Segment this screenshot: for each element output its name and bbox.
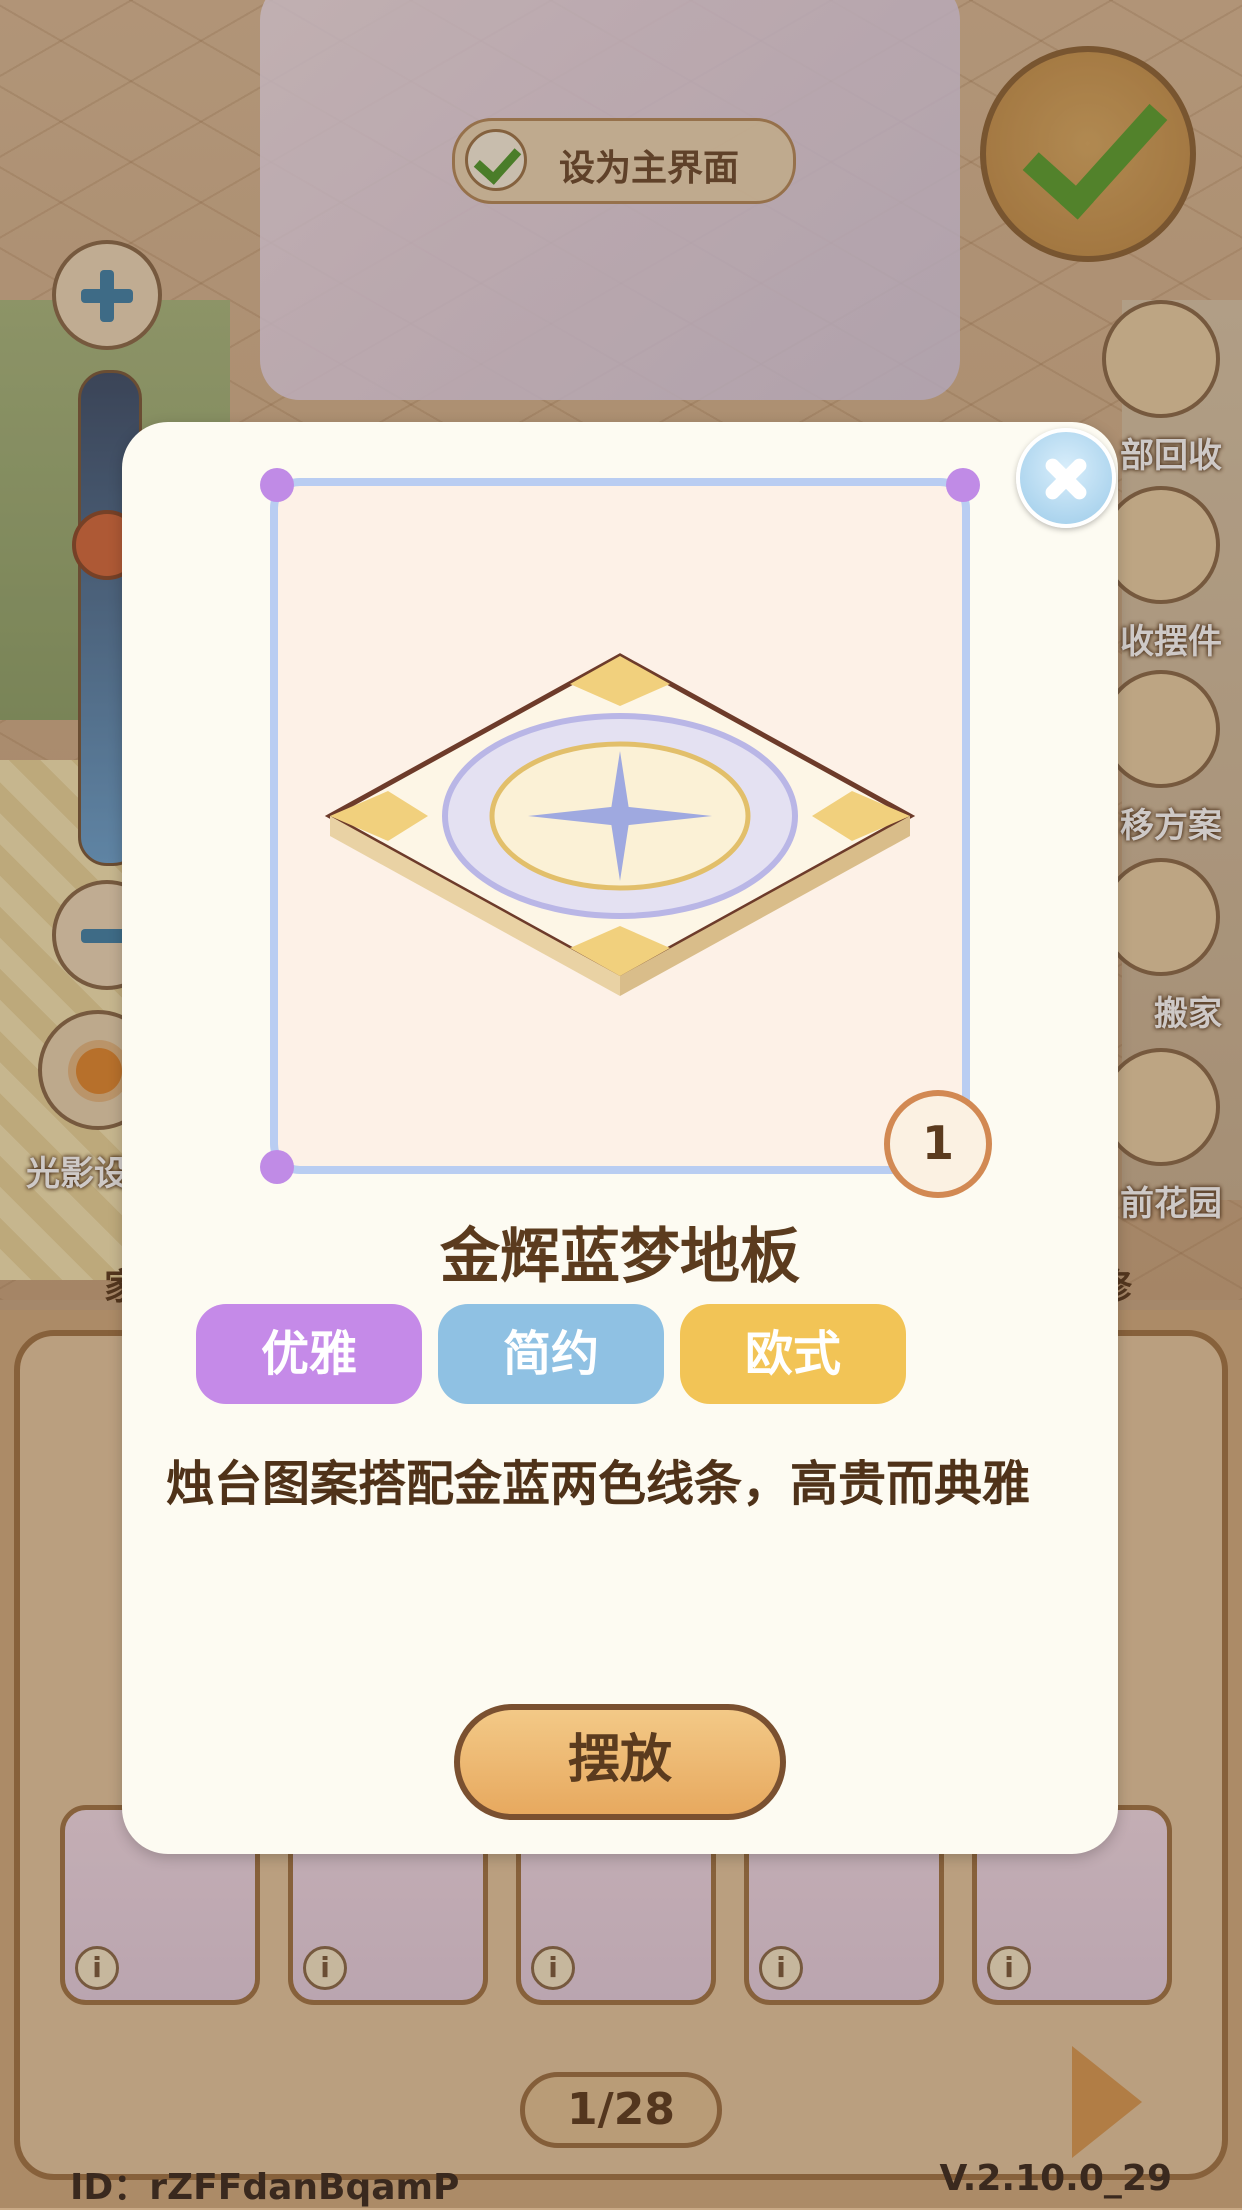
floor-tile-image [324, 653, 916, 996]
item-preview [260, 468, 980, 1184]
item-description: 烛台图案搭配金蓝两色线条，高贵而典雅 [166, 1456, 1031, 1512]
tag-elegant: 优雅 [196, 1304, 422, 1404]
place-button[interactable]: 摆放 [454, 1704, 786, 1820]
close-button[interactable] [1016, 428, 1116, 528]
item-title: 金辉蓝梦地板 [440, 1222, 800, 1292]
item-count-badge: 1 [884, 1090, 992, 1198]
tag-european: 欧式 [680, 1304, 906, 1404]
style-tags: 优雅 简约 欧式 [196, 1304, 906, 1404]
tag-simple: 简约 [438, 1304, 664, 1404]
